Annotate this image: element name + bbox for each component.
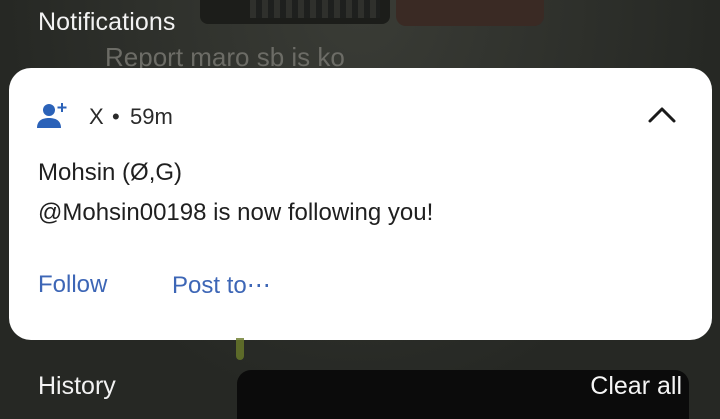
person-add-icon [37,103,67,128]
notification-time: 59m [130,104,173,129]
background-decoration [236,338,244,360]
background-media-thumbnail [396,0,544,26]
notification-card[interactable]: X • 59m Mohsin (Ø,G) @Mohsin00198 is now… [9,68,712,340]
notifications-heading: Notifications [38,8,176,36]
follow-button[interactable]: Follow [38,271,107,299]
notification-message: @Mohsin00198 is now following you! [38,199,434,226]
post-to-button[interactable]: Post to⋯ [172,271,271,300]
history-button[interactable]: History [38,372,116,401]
notification-title: Mohsin (Ø,G) [38,159,183,186]
background-media-thumbnail [200,0,390,24]
clear-all-button[interactable]: Clear all [590,372,682,401]
app-name: X [89,104,104,129]
chevron-up-icon[interactable] [646,102,678,126]
header-separator: • [112,104,120,129]
notification-shade: Notifications Report maro sb is ko X • 5… [0,0,720,419]
